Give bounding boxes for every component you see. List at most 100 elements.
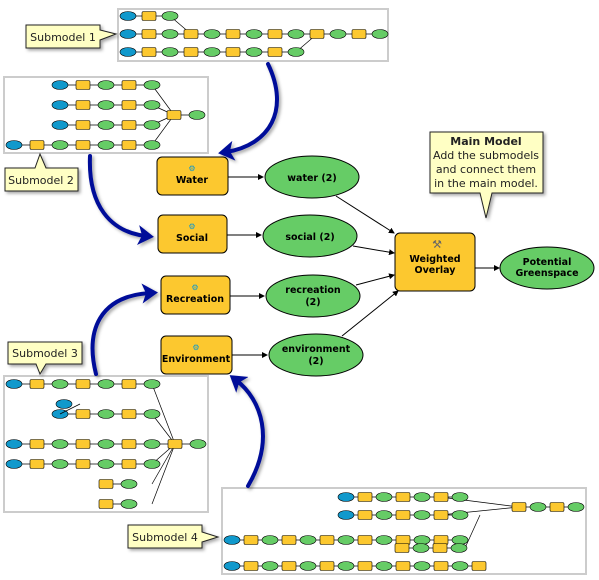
thumb-tool: [395, 492, 411, 502]
thumb-data: [245, 47, 263, 57]
arrow-submodel3-to-recreation: [90, 283, 158, 376]
thumb-data: [51, 459, 69, 469]
submodel-icon: ⚙: [192, 343, 199, 352]
thumb-data: [143, 459, 161, 469]
thumb-data: [143, 409, 161, 419]
thumb-tool: [357, 561, 373, 571]
output-social[interactable]: social (2): [262, 214, 358, 258]
submodel-icon: ⚙: [188, 222, 195, 231]
thumb-data: [337, 535, 355, 545]
thumb-data: [375, 561, 393, 571]
thumb-data: [261, 561, 279, 571]
thumb-data: [329, 29, 347, 39]
thumb-tool: [357, 492, 373, 502]
output-water[interactable]: water (2): [264, 155, 360, 199]
thumb-data: [261, 535, 279, 545]
thumb-data: [97, 379, 115, 389]
thumb-tool: [433, 510, 449, 520]
thumb-input: [119, 11, 137, 21]
thumb-tool: [141, 11, 157, 21]
output-potential-greenspace[interactable]: Potential Greenspace: [499, 246, 595, 290]
thumb-data: [97, 120, 115, 130]
thumb-tool: [395, 510, 411, 520]
output-label: Potential: [523, 257, 572, 268]
thumb-tool: [75, 379, 91, 389]
thumb-data: [287, 47, 305, 57]
thumb-input: [337, 510, 355, 520]
thumb-data: [567, 502, 585, 512]
thumb-tool: [75, 439, 91, 449]
thumb-data: [451, 561, 469, 571]
thumb-data: [188, 110, 206, 120]
thumb-data: [412, 543, 430, 553]
thumb-data: [97, 409, 115, 419]
tool-environment[interactable]: ⚙ Environment: [160, 335, 233, 375]
thumb-data: [529, 502, 547, 512]
thumb-tool: [549, 502, 565, 512]
thumb-tool: [75, 409, 91, 419]
thumb-data: [97, 459, 115, 469]
thumb-tool: [121, 409, 137, 419]
thumb-tool: [166, 110, 182, 120]
thumb-tool: [225, 47, 241, 57]
thumb-data: [451, 510, 469, 520]
submodel-icon: ⚙: [188, 164, 195, 173]
output-recreation[interactable]: recreation (2): [265, 274, 361, 318]
thumb-input: [223, 561, 241, 571]
thumb-data: [299, 535, 317, 545]
thumb-data: [143, 80, 161, 90]
tool-water[interactable]: ⚙ Water: [156, 156, 229, 196]
output-label: social (2): [285, 232, 334, 243]
thumb-data: [375, 535, 393, 545]
thumb-input: [51, 100, 69, 110]
thumb-data: [120, 499, 138, 509]
thumb-tool: [75, 100, 91, 110]
thumb-tool: [121, 459, 137, 469]
thumb-data: [51, 140, 69, 150]
thumb-data: [413, 510, 431, 520]
thumb-data: [143, 379, 161, 389]
thumb-tool: [183, 29, 199, 39]
tool-recreation[interactable]: ⚙ Recreation: [160, 275, 231, 315]
tool-label: Water: [176, 175, 209, 186]
thumb-tool: [75, 140, 91, 150]
thumb-input: [223, 535, 241, 545]
hammer-icon: ⚒: [432, 238, 442, 251]
thumb-tool: [395, 561, 411, 571]
thumb-data: [245, 29, 263, 39]
thumb-tool: [29, 140, 45, 150]
tool-label: Weighted: [409, 254, 460, 265]
tool-label: Overlay: [415, 265, 457, 276]
output-environment[interactable]: environment (2): [268, 333, 364, 377]
thumb-data: [299, 561, 317, 571]
thumb-input: [5, 140, 23, 150]
thumb-tool: [75, 120, 91, 130]
thumb-data: [371, 29, 389, 39]
thumb-data: [143, 140, 161, 150]
thumb-tool: [29, 459, 45, 469]
output-label: Greenspace: [515, 268, 578, 279]
thumb-data: [413, 561, 431, 571]
callout-text: Submodel 2: [8, 174, 74, 187]
thumb-tool: [267, 47, 283, 57]
submodel-icon: ⚙: [191, 283, 198, 292]
thumb-input: [5, 379, 23, 389]
thumb-tool: [121, 379, 137, 389]
tool-weighted-overlay[interactable]: ⚒ Weighted Overlay: [394, 232, 476, 292]
thumb-input: [51, 120, 69, 130]
thumb-data: [203, 47, 221, 57]
thumb-data: [51, 379, 69, 389]
thumb-tool: [394, 543, 410, 553]
tool-social[interactable]: ⚙ Social: [157, 214, 228, 254]
thumb-data: [97, 140, 115, 150]
thumb-data: [337, 561, 355, 571]
thumb-data: [375, 492, 393, 502]
thumb-data: [413, 535, 431, 545]
thumb-data: [203, 29, 221, 39]
tool-label: Recreation: [166, 294, 224, 305]
callout-text: in the main model.: [434, 177, 538, 190]
thumb-data: [189, 439, 207, 449]
thumb-data: [161, 11, 179, 21]
thumb-tool: [395, 535, 411, 545]
output-label: (2): [305, 297, 320, 308]
